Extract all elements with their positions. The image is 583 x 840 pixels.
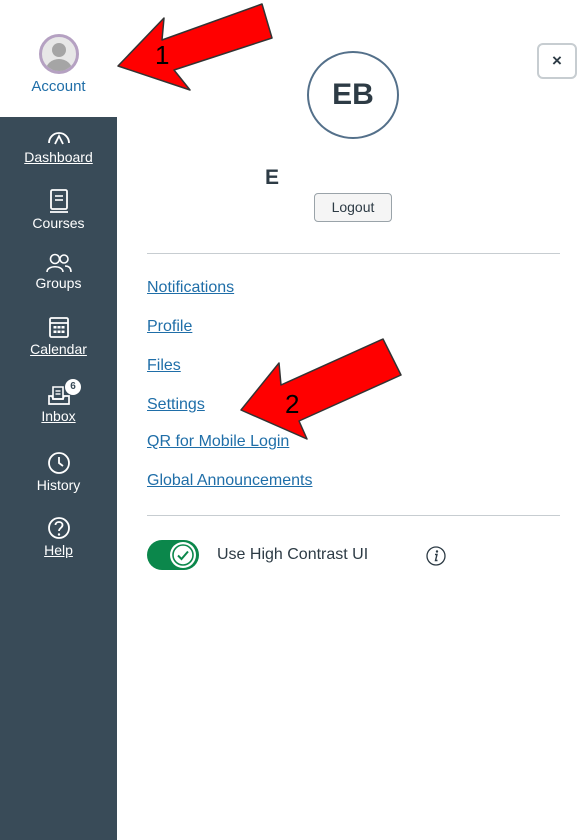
link-settings[interactable]: Settings xyxy=(147,396,205,414)
link-global-announcements[interactable]: Global Announcements xyxy=(147,472,312,490)
help-icon xyxy=(47,517,70,539)
user-avatar-initials: EB xyxy=(307,51,399,139)
nav-item-dashboard[interactable]: Dashboard xyxy=(0,124,117,165)
link-files[interactable]: Files xyxy=(147,357,181,375)
dashboard-icon xyxy=(47,132,70,145)
nav-item-courses[interactable]: Courses xyxy=(0,188,117,231)
annotation-label-1: 1 xyxy=(155,40,169,70)
close-tray-button[interactable]: × xyxy=(537,43,577,79)
global-nav: Dashboard Courses Groups Calendar 6 Inbo… xyxy=(0,117,117,840)
user-avatar-icon xyxy=(38,34,79,74)
high-contrast-toggle[interactable] xyxy=(147,540,199,570)
high-contrast-label: Use High Contrast UI xyxy=(217,546,369,563)
nav-label-groups: Groups xyxy=(35,275,82,291)
nav-item-history[interactable]: History xyxy=(0,450,117,493)
link-notifications[interactable]: Notifications xyxy=(147,279,234,297)
nav-item-groups[interactable]: Groups xyxy=(0,252,117,291)
nav-label-history: History xyxy=(36,477,81,493)
nav-label-help: Help xyxy=(44,542,73,558)
user-name: E xyxy=(265,166,280,189)
info-icon[interactable] xyxy=(425,545,447,567)
courses-icon xyxy=(49,189,68,213)
annotation-arrow-1: 1 xyxy=(117,3,273,91)
nav-label-calendar: Calendar xyxy=(30,341,87,357)
annotation-arrow-2: 2 xyxy=(240,338,402,440)
groups-icon xyxy=(45,253,72,273)
toggle-knob xyxy=(170,542,196,568)
divider-bottom xyxy=(147,515,560,516)
nav-item-inbox[interactable]: 6 Inbox xyxy=(0,379,117,424)
divider-top xyxy=(147,253,560,254)
annotation-label-2: 2 xyxy=(285,389,299,419)
nav-label-dashboard: Dashboard xyxy=(24,149,93,165)
logout-button[interactable]: Logout xyxy=(314,193,392,222)
nav-label-inbox: Inbox xyxy=(41,408,76,424)
close-icon: × xyxy=(552,51,562,70)
nav-item-calendar[interactable]: Calendar xyxy=(0,314,117,357)
nav-label-courses: Courses xyxy=(32,215,85,231)
history-icon xyxy=(47,452,70,474)
link-profile[interactable]: Profile xyxy=(147,318,192,336)
checkmark-icon xyxy=(172,544,194,566)
inbox-unread-badge: 6 xyxy=(65,379,81,395)
nav-item-help[interactable]: Help xyxy=(0,515,117,558)
calendar-icon xyxy=(48,317,69,338)
